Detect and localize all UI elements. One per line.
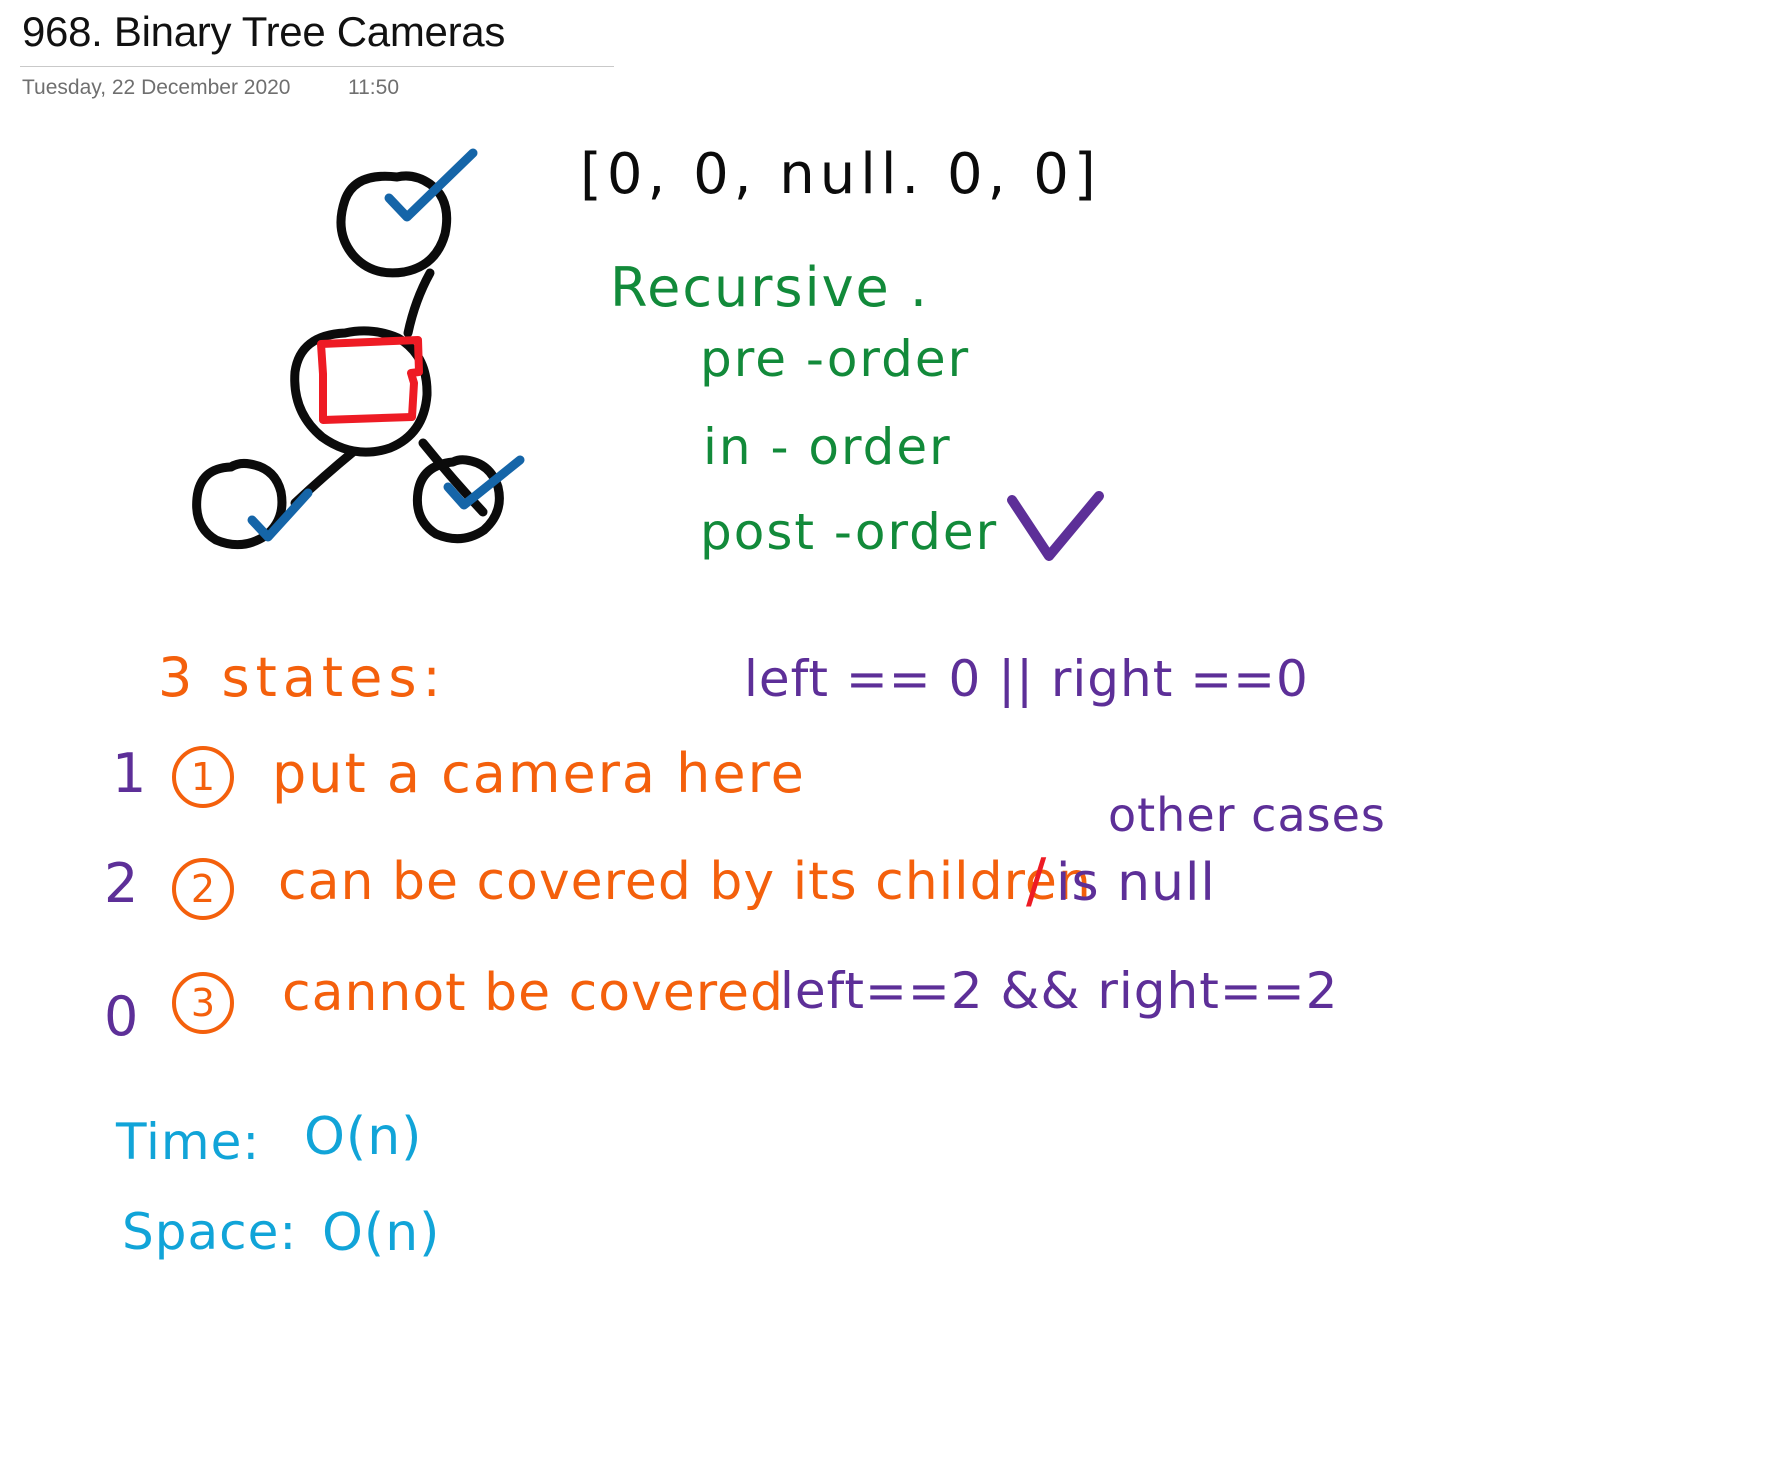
state-description-3: cannot be covered [282,963,785,1023]
state-value-1: 1 [112,742,148,805]
time-complexity-label: Time: [116,1113,261,1171]
state-condition-2: is null [1056,853,1216,913]
camera-icon [317,336,423,424]
state-description-2: can be covered by its children [278,852,1092,912]
recursive-heading: Recursive . [610,256,930,319]
traversal-post-order: post -order [700,503,999,561]
states-heading: 3 states: [158,646,447,709]
state-annotation-2: other cases [1108,788,1386,842]
array-input-text: [0, 0, null. 0, 0] [580,142,1101,207]
state-value-3: 0 [104,985,140,1048]
state-separator-2: / [1026,846,1048,916]
state-condition-1: left == 0 || right ==0 [744,650,1309,708]
traversal-pre-order: pre -order [700,330,971,388]
space-complexity-value: O(n) [322,1203,441,1263]
space-complexity-label: Space: [122,1203,298,1261]
state-marker-2: 2 [172,858,234,920]
state-marker-1: 1 [172,746,234,808]
state-description-1: put a camera here [272,742,806,805]
state-condition-3: left==2 && right==2 [780,962,1339,1020]
tree-node-camera [290,326,432,457]
traversal-in-order: in - order [703,418,952,476]
state-marker-3: 3 [172,972,234,1034]
check-icon-post-order [1007,491,1104,561]
state-value-2: 2 [104,852,140,915]
time-complexity-value: O(n) [304,1107,423,1167]
